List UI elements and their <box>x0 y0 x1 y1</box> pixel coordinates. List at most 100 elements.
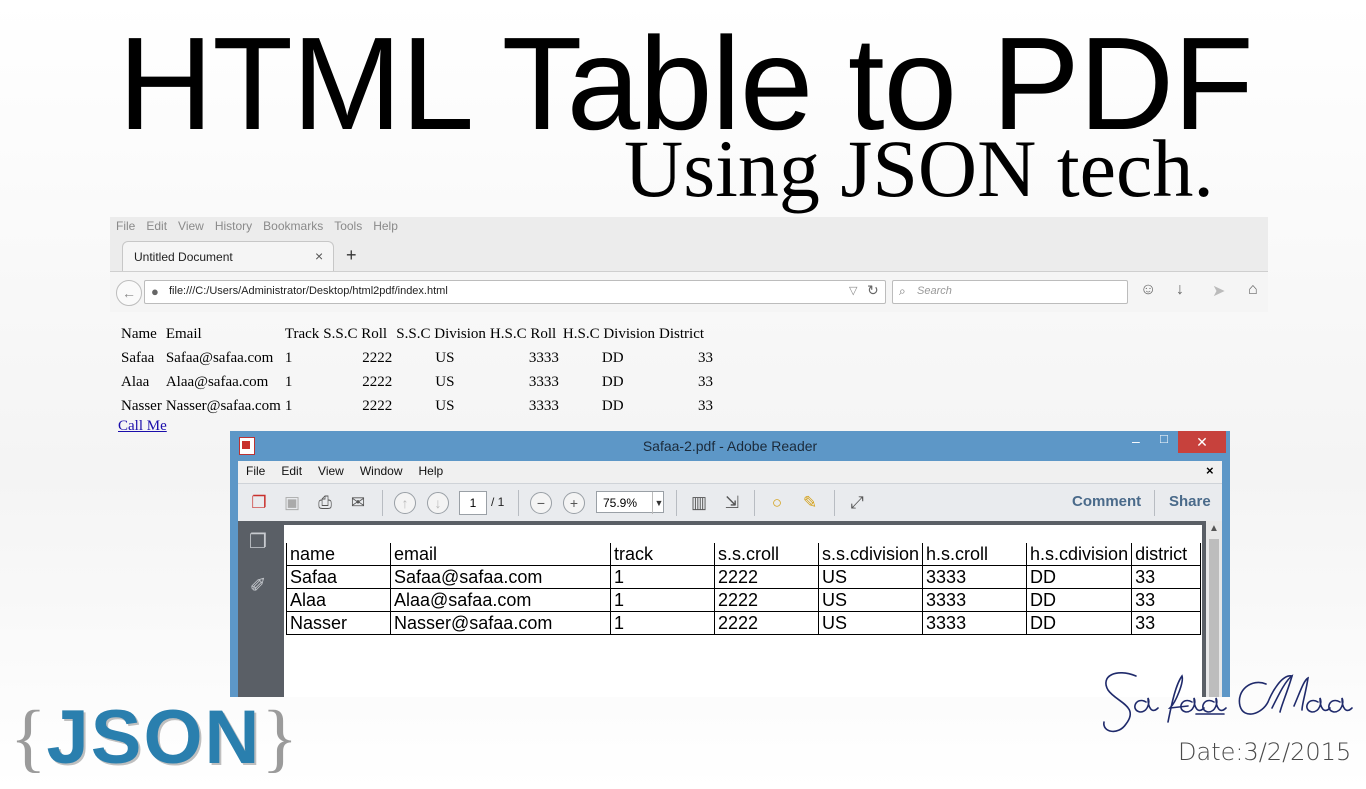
reader-menu-edit[interactable]: Edit <box>273 461 310 483</box>
chevron-down-icon[interactable]: ▼ <box>652 492 665 514</box>
attachments-icon[interactable]: ✐ <box>246 573 270 597</box>
document-view: name email track s.s.croll s.s.cdivision… <box>278 521 1206 697</box>
page-thumbnails-icon[interactable]: ❐ <box>246 529 270 553</box>
share-button[interactable]: Share <box>1169 493 1211 510</box>
left-brace: { <box>10 696 47 780</box>
window-title: Safaa-2.pdf - Adobe Reader <box>642 438 818 454</box>
reload-icon[interactable]: ↻ <box>867 282 879 299</box>
print-icon[interactable]: ⎙ <box>314 492 336 514</box>
table-header-row: Name Email Track S.S.C Roll S.S.C Divisi… <box>120 323 714 345</box>
table-header-row: name email track s.s.croll s.s.cdivision… <box>286 543 1202 566</box>
header-cell: email <box>390 543 611 566</box>
table-cell: 3333 <box>922 611 1028 635</box>
table-cell: 33 <box>1131 588 1202 612</box>
full-screen-icon[interactable]: ⤢ <box>846 492 868 514</box>
home-icon[interactable]: ⌂ <box>1248 281 1258 299</box>
ff-menu-bookmarks[interactable]: Bookmarks <box>257 217 328 237</box>
table-cell: 3333 <box>528 373 559 390</box>
comment-button[interactable]: Comment <box>1072 493 1141 510</box>
table-cell: 3333 <box>922 588 1028 612</box>
create-pdf-icon[interactable]: ❐ <box>248 492 270 514</box>
ff-menu-history[interactable]: History <box>209 217 257 237</box>
header-cell: district <box>1131 543 1202 566</box>
adobe-reader-window: Safaa-2.pdf - Adobe Reader – □ ✕ File Ed… <box>230 431 1230 697</box>
close-document-icon[interactable]: × <box>1206 463 1214 478</box>
maximize-button[interactable]: □ <box>1160 431 1168 446</box>
zoom-in-icon[interactable]: + <box>563 492 585 514</box>
table-cell: 33 <box>698 349 714 366</box>
send-icon[interactable]: ➤ <box>1212 281 1225 301</box>
globe-icon: ● <box>151 284 159 299</box>
url-bar[interactable]: ● file:///C:/Users/Administrator/Desktop… <box>144 280 886 304</box>
header-cell: S.S.C Division <box>396 325 486 342</box>
page-number-input[interactable]: 1 <box>459 491 487 515</box>
email-icon[interactable]: ✉ <box>347 492 369 514</box>
table-cell: DD <box>1026 611 1133 635</box>
header-cell: Name <box>121 325 157 342</box>
table-cell: 3333 <box>528 349 559 366</box>
sticky-note-icon[interactable]: ○ <box>766 492 788 514</box>
reader-menu-window[interactable]: Window <box>352 461 411 483</box>
table-cell: Safaa@safaa.com <box>390 565 611 589</box>
table-cell: Alaa <box>121 373 150 390</box>
fit-page-icon[interactable]: ▥ <box>688 492 710 514</box>
header-cell: Track <box>284 325 320 342</box>
zoom-select[interactable]: 75.9% ▼ <box>596 491 665 514</box>
table-row: Safaa Safaa@safaa.com 1 2222 US 3333 DD … <box>120 347 714 369</box>
call-me-link[interactable]: Call Me <box>118 418 167 435</box>
page-total: / 1 <box>491 495 505 509</box>
pdf-data-table: name email track s.s.croll s.s.cdivision… <box>286 543 1202 635</box>
table-cell: 1 <box>284 373 293 390</box>
table-cell: 2222 <box>714 565 819 589</box>
reader-titlebar: Safaa-2.pdf - Adobe Reader – □ ✕ <box>230 431 1230 461</box>
right-brace: } <box>261 696 298 780</box>
zoom-out-icon[interactable]: − <box>530 492 552 514</box>
table-cell: 1 <box>610 611 715 635</box>
table-cell: US <box>817 588 924 612</box>
firefox-window: File Edit View History Bookmarks Tools H… <box>110 217 1268 312</box>
header-cell: H.S.C Roll <box>489 325 557 342</box>
new-tab-button[interactable]: + <box>346 245 357 266</box>
close-window-button[interactable]: ✕ <box>1178 431 1226 453</box>
table-cell: 2222 <box>362 373 393 390</box>
download-icon[interactable]: ↓ <box>1176 281 1184 299</box>
table-cell: 33 <box>698 373 714 390</box>
search-input[interactable]: ⌕ Search <box>892 280 1128 304</box>
table-cell: Nasser <box>121 397 162 414</box>
handwritten-signature <box>1103 672 1353 733</box>
zoom-value: 75.9% <box>603 496 638 510</box>
header-cell: H.S.C Division <box>562 325 656 342</box>
table-cell: 2222 <box>714 611 819 635</box>
table-cell: 33 <box>1131 565 1202 589</box>
ff-menu-file[interactable]: File <box>110 217 140 237</box>
table-cell: 1 <box>284 397 293 414</box>
previous-page-icon[interactable]: ↑ <box>394 492 416 514</box>
header-cell: name <box>286 543 391 566</box>
browser-tab[interactable]: Untitled Document × <box>122 241 334 272</box>
fit-width-icon[interactable]: ⇲ <box>721 492 743 514</box>
reader-menu-file[interactable]: File <box>238 461 273 483</box>
ff-menu-tools[interactable]: Tools <box>328 217 367 237</box>
close-tab-icon[interactable]: × <box>315 248 323 264</box>
back-icon[interactable]: ← <box>116 280 142 306</box>
highlight-text-icon[interactable]: ✎ <box>799 492 821 514</box>
reader-menu-view[interactable]: View <box>310 461 352 483</box>
json-logo-text: JSON <box>46 695 262 780</box>
html-data-table: Name Email Track S.S.C Roll S.S.C Divisi… <box>118 321 716 419</box>
ff-menu-help[interactable]: Help <box>367 217 403 237</box>
reader-menu-help[interactable]: Help <box>411 461 452 483</box>
table-cell: Alaa@safaa.com <box>390 588 611 612</box>
minimize-button[interactable]: – <box>1132 433 1140 449</box>
table-cell: DD <box>601 349 624 366</box>
next-page-icon[interactable]: ↓ <box>427 492 449 514</box>
url-dropdown-icon[interactable]: ▽ <box>849 284 857 297</box>
table-cell: US <box>435 397 455 414</box>
save-icon[interactable]: ▣ <box>281 492 303 514</box>
table-cell: Nasser <box>286 611 391 635</box>
ff-menu-view[interactable]: View <box>172 217 209 237</box>
sync-icon[interactable]: ☺ <box>1140 281 1156 299</box>
json-logo: {JSON} <box>10 695 298 780</box>
scroll-up-icon[interactable]: ▲ <box>1209 523 1219 534</box>
ff-menu-edit[interactable]: Edit <box>140 217 172 237</box>
table-cell: US <box>817 565 924 589</box>
